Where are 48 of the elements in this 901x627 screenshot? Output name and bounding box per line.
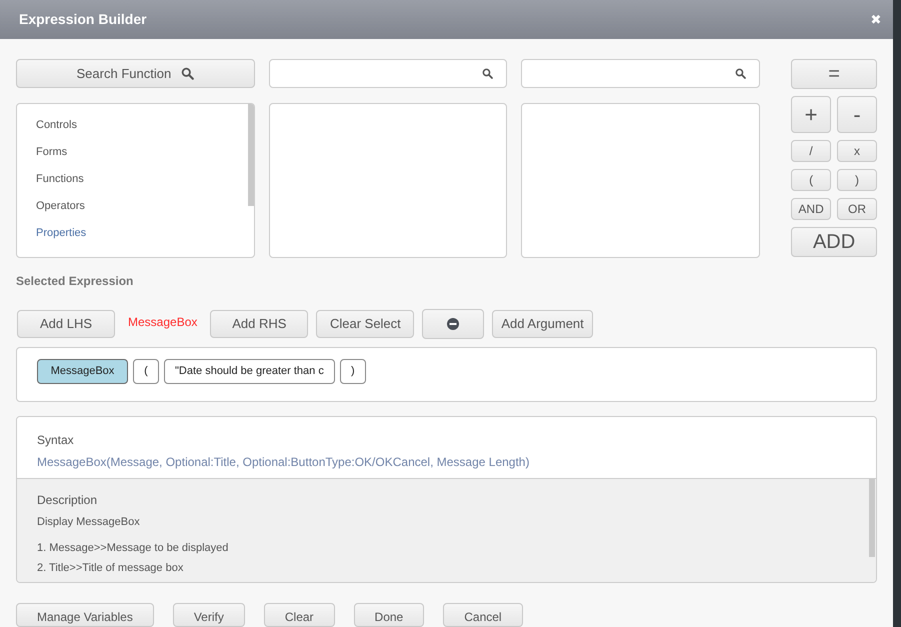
category-item[interactable]: Controls <box>17 117 248 144</box>
syntax-text: MessageBox(Message, Optional:Title, Optional:ButtonType:OK/OKCancel, Message Length) <box>37 454 530 471</box>
operator-button[interactable]: / <box>791 140 832 162</box>
operator-button[interactable]: = <box>791 59 877 89</box>
footer-button[interactable]: Manage Variables <box>16 603 154 627</box>
operator-button[interactable]: + <box>791 96 832 133</box>
search-icon <box>482 68 494 79</box>
description-line: 1. Message>>Message to be displayed <box>37 541 230 556</box>
operator-button[interactable]: - <box>837 96 877 133</box>
search-icon <box>181 67 194 80</box>
window-title: Expression Builder <box>19 10 147 29</box>
category-item[interactable]: Operators <box>17 198 248 225</box>
search-field[interactable] <box>268 59 508 88</box>
category-item[interactable]: Properties <box>17 225 248 252</box>
search-icon <box>735 68 746 79</box>
parenthesis-token[interactable]: ) <box>340 359 366 384</box>
description-line: 2. Title>>Title of message box <box>37 561 184 576</box>
selected-function-text: MessageBox <box>128 314 198 331</box>
footer-button[interactable]: Clear <box>264 603 335 627</box>
search-function-label: Search Function <box>76 64 172 83</box>
syntax-label: Syntax <box>37 432 75 449</box>
scrollbar[interactable] <box>248 104 254 206</box>
parenthesis-token[interactable]: ( <box>133 359 159 384</box>
operator-button[interactable]: AND <box>791 198 832 220</box>
remove-button[interactable] <box>422 309 484 339</box>
category-item[interactable]: Forms <box>17 144 248 171</box>
description-label: Description <box>37 492 98 509</box>
footer-button[interactable]: Done <box>354 603 424 627</box>
argument-token[interactable]: "Date should be greater than c <box>164 359 335 384</box>
scrollbar[interactable] <box>869 478 875 557</box>
operator-button[interactable]: ( <box>791 169 832 191</box>
toolbar-button[interactable]: Clear Select <box>316 310 414 338</box>
toolbar-button[interactable]: Add LHS <box>17 310 115 338</box>
toolbar-button[interactable]: Add RHS <box>210 310 308 338</box>
minus-circle-icon <box>447 318 460 330</box>
footer-button[interactable]: Verify <box>172 603 245 627</box>
toolbar-button[interactable]: Add Argument <box>492 310 593 338</box>
search-function-button[interactable]: Search Function <box>16 59 255 88</box>
search-field[interactable] <box>521 59 760 88</box>
category-item[interactable]: Functions <box>17 171 248 198</box>
description-summary: Display MessageBox <box>37 514 141 530</box>
operator-button[interactable]: ADD <box>791 227 877 257</box>
function-token[interactable]: MessageBox <box>37 359 128 384</box>
selected-expression-label: Selected Expression <box>16 273 134 290</box>
footer-button[interactable]: Cancel <box>443 603 523 627</box>
operator-button[interactable]: ) <box>837 169 877 191</box>
operator-button[interactable]: OR <box>837 198 877 220</box>
operator-button[interactable]: x <box>837 140 877 162</box>
